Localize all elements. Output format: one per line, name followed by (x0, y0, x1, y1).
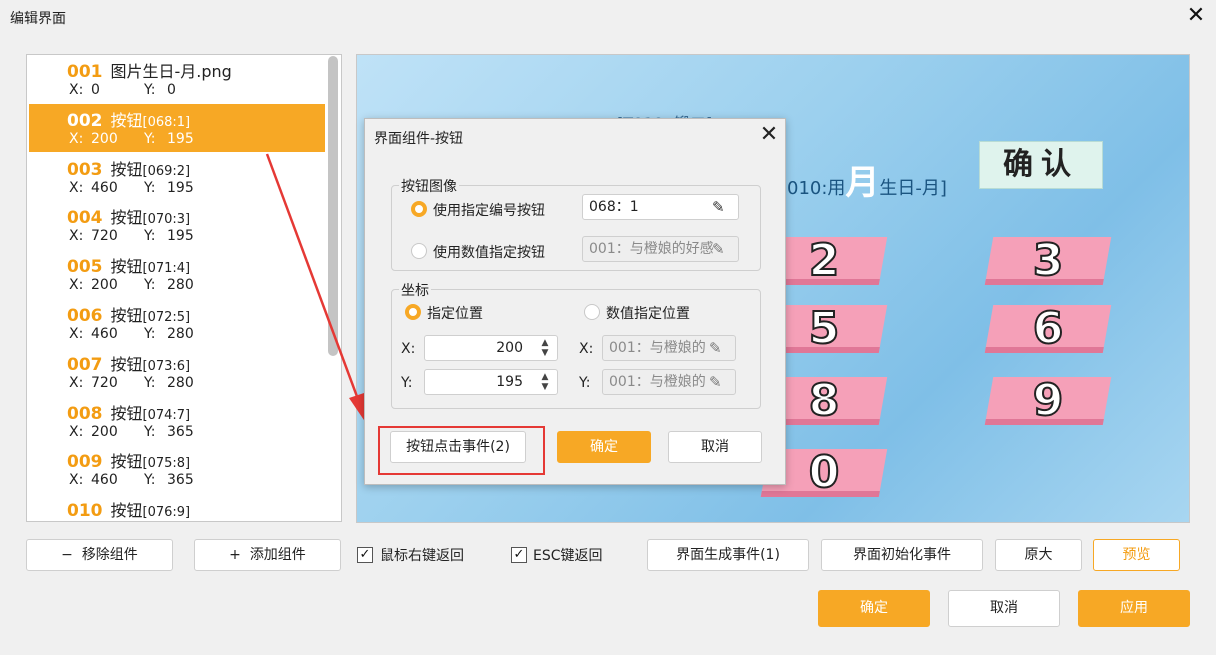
dialog-close-icon[interactable]: ✕ (757, 123, 781, 147)
radio-variable-position[interactable] (584, 304, 600, 320)
button-image-group-label: 按钮图像 (399, 176, 459, 196)
button-variable-field: 001：与橙娘的好感 ✎ (582, 236, 739, 262)
dialog-title: 界面组件-按钮 (374, 131, 464, 147)
pencil-icon: ✎ (712, 240, 725, 258)
cancel-button[interactable]: 取消 (948, 590, 1060, 627)
dialog-ok-button[interactable]: 确定 (557, 431, 651, 463)
add-component-button[interactable]: + 添加组件 (194, 539, 341, 571)
y-value: 195 (496, 374, 523, 390)
x-variable-field: 001：与橙娘的 ✎ (602, 335, 736, 361)
radio-use-specified-number-label: 使用指定编号按钮 (433, 203, 545, 219)
remove-component-button[interactable]: − 移除组件 (26, 539, 173, 571)
coordinate-group-label: 坐标 (399, 280, 431, 300)
esc-back-checkbox[interactable]: ✓ (511, 547, 527, 563)
x-spinner[interactable]: ▲ ▼ (537, 338, 553, 358)
button-number-field[interactable]: 068：1 ✎ (582, 194, 739, 220)
radio-use-variable-button[interactable] (411, 243, 427, 259)
radio-use-specified-number[interactable] (411, 201, 427, 217)
screen-init-event-button[interactable]: 界面初始化事件 (821, 539, 983, 571)
pencil-icon[interactable]: ✎ (712, 198, 730, 216)
pencil-icon: ✎ (709, 339, 722, 357)
right-click-back-label: 鼠标右键返回 (380, 548, 464, 564)
esc-back-label: ESC键返回 (533, 548, 603, 564)
y-spinner[interactable]: ▲ ▼ (537, 372, 553, 392)
x-variable-value: 001：与橙娘的 (609, 340, 706, 356)
x-value: 200 (496, 340, 523, 356)
annotation-highlight-box (378, 426, 545, 475)
radio-use-variable-button-label: 使用数值指定按钮 (433, 245, 545, 261)
right-click-back-checkbox[interactable]: ✓ (357, 547, 373, 563)
preview-button[interactable]: 预览 (1093, 539, 1180, 571)
dialog-cancel-button[interactable]: 取消 (668, 431, 762, 463)
y-input[interactable]: 195 ▲ ▼ (424, 369, 558, 395)
button-variable-value: 001：与橙娘的好感 (589, 241, 714, 257)
screen-generate-event-button[interactable]: 界面生成事件(1) (647, 539, 809, 571)
x-var-label: X: (579, 341, 594, 357)
x-label: X: (401, 341, 416, 357)
original-size-button[interactable]: 原大 (995, 539, 1082, 571)
radio-fixed-position-label: 指定位置 (427, 306, 483, 322)
minus-icon: − (61, 547, 73, 563)
remove-component-label: 移除组件 (81, 547, 138, 563)
pencil-icon: ✎ (709, 373, 722, 391)
y-var-label: Y: (579, 375, 591, 391)
x-input[interactable]: 200 ▲ ▼ (424, 335, 558, 361)
plus-icon: + (229, 547, 241, 563)
apply-button[interactable]: 应用 (1078, 590, 1190, 627)
radio-fixed-position[interactable] (405, 304, 421, 320)
y-variable-value: 001：与橙娘的 (609, 374, 706, 390)
y-variable-field: 001：与橙娘的 ✎ (602, 369, 736, 395)
radio-variable-position-label: 数值指定位置 (606, 306, 690, 322)
y-label: Y: (401, 375, 413, 391)
button-number-value: 068：1 (589, 199, 639, 215)
ok-button[interactable]: 确定 (818, 590, 930, 627)
add-component-label: 添加组件 (249, 547, 306, 563)
